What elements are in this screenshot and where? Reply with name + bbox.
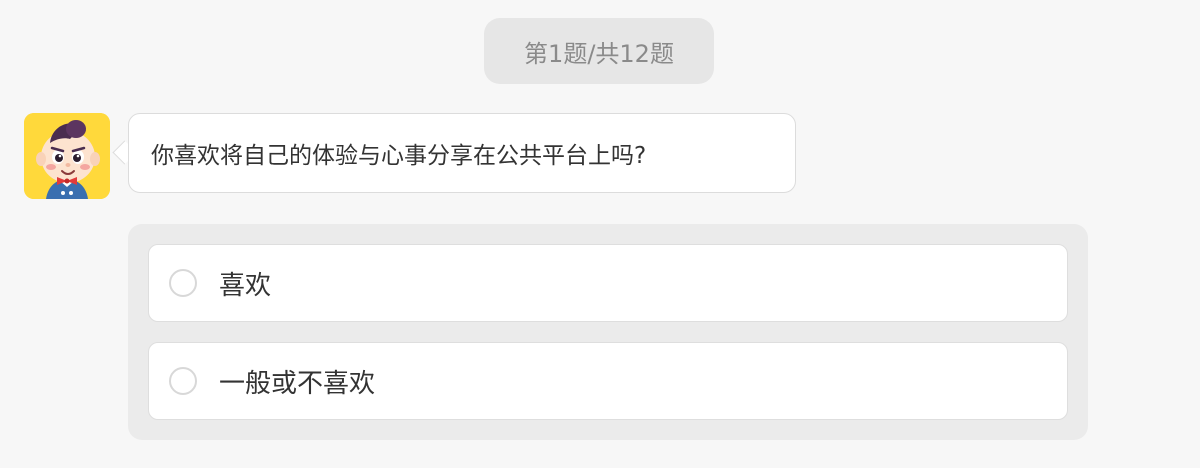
survey-page: 第1题/共12题 你喜欢将自己的体验与心事分享在公共平台上吗? 喜欢 一般或不喜… [0,0,1200,468]
avatar [24,113,110,199]
option-like[interactable]: 喜欢 [148,244,1068,322]
option-label: 喜欢 [219,270,272,301]
question-text: 你喜欢将自己的体验与心事分享在公共平台上吗? [151,143,647,169]
option-neutral-or-dislike[interactable]: 一般或不喜欢 [148,342,1068,420]
cartoon-boy-avatar-icon [24,113,110,199]
radio-button[interactable] [169,269,197,297]
question-progress-label: 第1题/共12题 [524,39,674,68]
question-bubble: 你喜欢将自己的体验与心事分享在公共平台上吗? [128,113,796,193]
options-panel: 喜欢 一般或不喜欢 [128,224,1088,440]
option-label: 一般或不喜欢 [219,368,376,399]
radio-button[interactable] [169,367,197,395]
question-progress-badge: 第1题/共12题 [484,18,714,84]
